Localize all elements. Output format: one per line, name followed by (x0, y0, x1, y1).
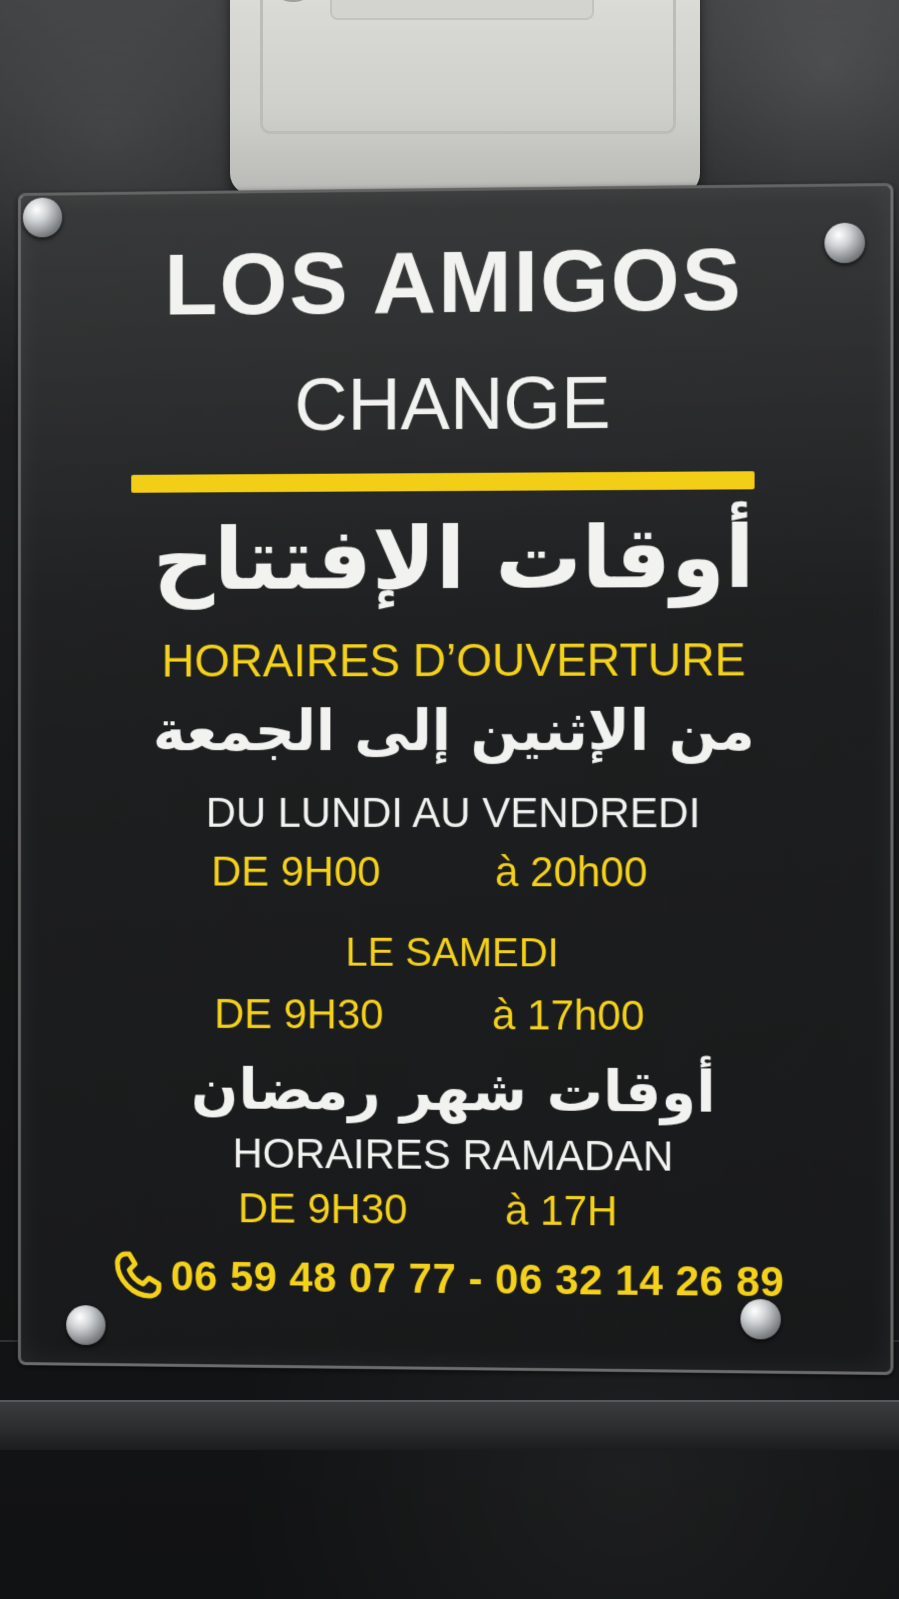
saturday-close-time: à 17h00 (492, 991, 644, 1040)
electrical-box (230, 0, 700, 195)
electrical-box-lid (260, 0, 676, 134)
opening-hours-sign: LOS AMIGOS CHANGE أوقات الإفتتاح HORAIRE… (18, 183, 894, 1375)
brand-name: LOS AMIGOS (21, 226, 891, 336)
weekday-hours: DE 9H00 à 20h00 (21, 847, 891, 848)
weekday-open-time: DE 9H00 (211, 848, 380, 896)
ramadan-label: HORAIRES RAMADAN (21, 1128, 891, 1182)
standoff-screw-bottom-left (66, 1305, 105, 1345)
phone-handset-icon (111, 1248, 164, 1302)
electrical-box-logo-plate (330, 0, 594, 20)
arabic-opening-hours-heading: أوقات الإفتتاح (21, 507, 891, 611)
stone-ledge (0, 1400, 899, 1450)
phone-numbers-row: 06 59 48 07 77 - 06 32 14 26 89 (111, 1246, 811, 1313)
ramadan-hours: DE 9H30 à 17H (21, 1183, 891, 1190)
saturday-open-time: DE 9H30 (214, 990, 383, 1039)
brand-subtitle: CHANGE (21, 357, 891, 448)
weekdays-label: DU LUNDI AU VENDREDI (21, 789, 891, 838)
ramadan-close-time: à 17H (505, 1186, 617, 1235)
saturday-label: LE SAMEDI (21, 930, 891, 978)
weekday-close-time: à 20h00 (495, 848, 647, 896)
arabic-weekdays-label: من الإثنين إلى الجمعة (21, 698, 891, 764)
arabic-ramadan-label: أوقات شهر رمضان (21, 1057, 891, 1127)
standoff-screw-top-left (23, 197, 62, 237)
saturday-hours: DE 9H30 à 17h00 (21, 989, 891, 993)
opening-hours-heading: HORAIRES D’OUVERTURE (21, 632, 891, 688)
yellow-divider (131, 471, 754, 493)
phone-numbers: 06 59 48 07 77 - 06 32 14 26 89 (171, 1252, 785, 1306)
ramadan-open-time: DE 9H30 (238, 1184, 407, 1233)
